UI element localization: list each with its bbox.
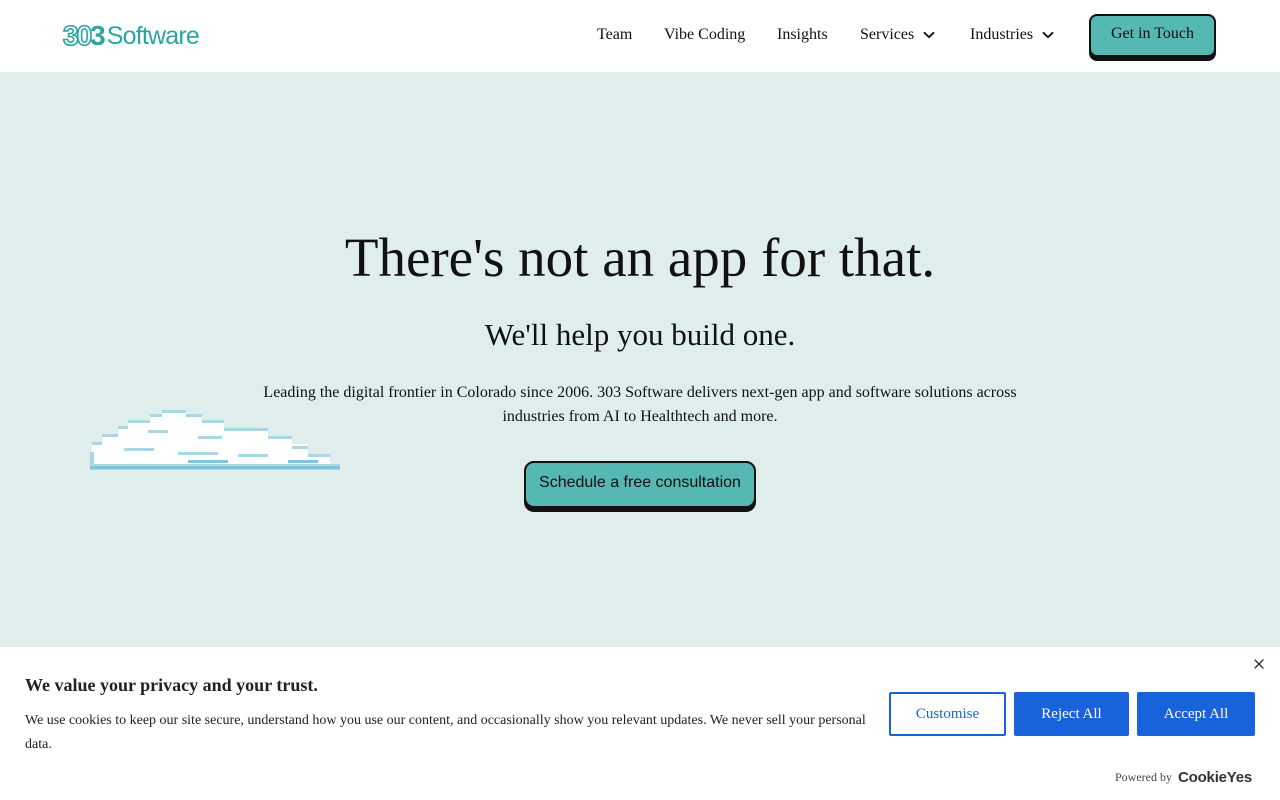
nav-item-label: Vibe Coding xyxy=(664,26,746,43)
close-icon[interactable] xyxy=(1252,657,1266,671)
cookieyes-logo[interactable]: CookieYes xyxy=(1178,769,1252,786)
logo-digit: 0 xyxy=(76,20,93,52)
logo-mark: 3 0 3 xyxy=(62,20,106,52)
cookie-description: We use cookies to keep our site secure, … xyxy=(25,713,866,752)
logo-digit: 3 xyxy=(90,20,106,51)
nav-item-label: Services xyxy=(860,26,915,43)
reject-all-button[interactable]: Reject All xyxy=(1014,692,1129,736)
nav-item-insights[interactable]: Insights xyxy=(777,26,828,44)
nav-item-label: Insights xyxy=(777,26,828,43)
logo-digit: 3 xyxy=(62,20,79,52)
pixel-cloud-illustration xyxy=(90,410,340,470)
accept-all-button[interactable]: Accept All xyxy=(1137,692,1255,736)
powered-by: Powered by CookieYes xyxy=(1115,769,1252,786)
cookie-title: We value your privacy and your trust. xyxy=(25,675,318,695)
hero-title: There's not an app for that. xyxy=(344,227,936,288)
hero-description: Leading the digital frontier in Colorado… xyxy=(263,384,1017,425)
get-in-touch-button[interactable]: Get in Touch xyxy=(1089,14,1216,57)
schedule-consultation-button[interactable]: Schedule a free consultation xyxy=(524,461,756,508)
nav-item-label: Team xyxy=(597,26,633,43)
logo-wordmark: Software xyxy=(106,22,200,50)
nav-item-label: Industries xyxy=(970,26,1034,43)
nav-item-vibe-coding[interactable]: Vibe Coding xyxy=(664,26,745,44)
cookie-banner: We value your privacy and your trust. We… xyxy=(0,646,1280,800)
nav-item-team[interactable]: Team xyxy=(597,26,632,44)
chevron-down-icon xyxy=(1042,31,1054,39)
hero-subtitle: We'll help you build one. xyxy=(484,317,796,352)
customise-button[interactable]: Customise xyxy=(889,692,1006,736)
nav-item-industries[interactable]: Industries xyxy=(970,26,1054,44)
nav-item-services[interactable]: Services xyxy=(860,26,935,44)
site-header: 3 0 3 Software Team Vibe Coding Insights… xyxy=(0,0,1280,72)
chevron-down-icon xyxy=(923,31,935,39)
logo[interactable]: 3 0 3 Software xyxy=(62,20,200,52)
powered-by-label: Powered by xyxy=(1115,770,1172,784)
